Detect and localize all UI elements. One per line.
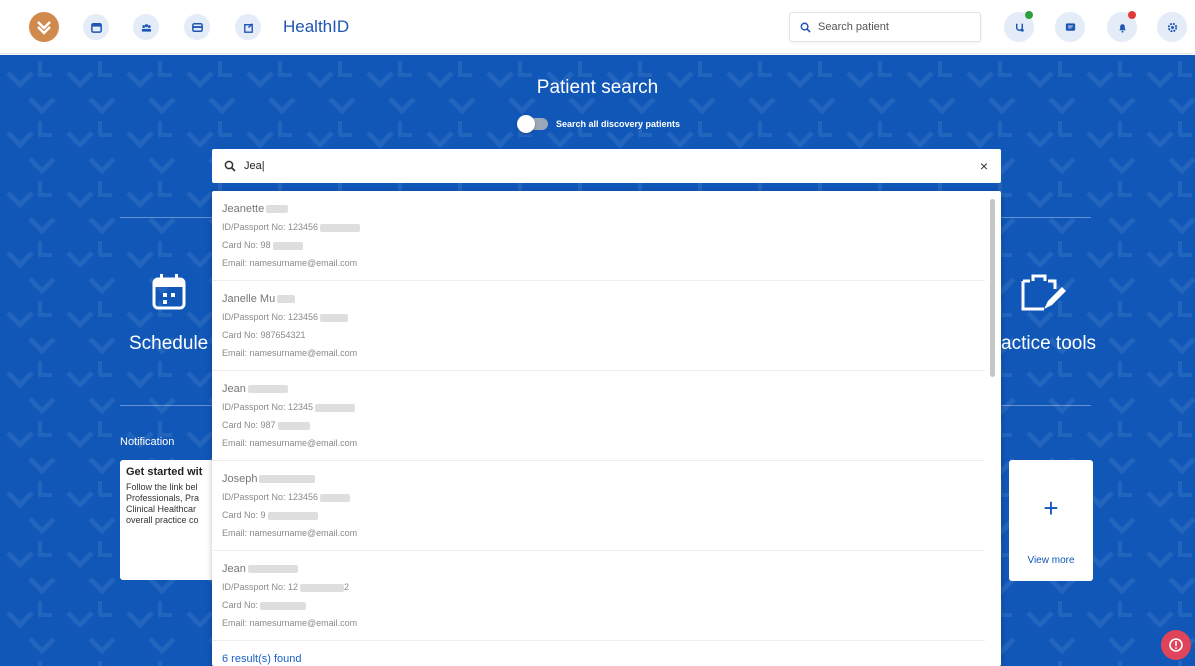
schedule-tile-label[interactable]: Schedule [129, 333, 208, 355]
settings-button[interactable] [1157, 12, 1187, 42]
settings-icon [1167, 22, 1177, 32]
notification-line: overall practice co [126, 515, 199, 525]
calendar-icon [90, 22, 102, 33]
patient-name: Jeanette [222, 203, 289, 215]
search-results-dropdown: Jeanette ID/Passport No: 123456 Card No:… [212, 191, 1001, 666]
message-icon [1065, 22, 1075, 31]
patient-card: Card No: 987654321 [222, 330, 306, 340]
result-item[interactable]: Jeanette ID/Passport No: 123456 Card No:… [212, 191, 985, 281]
patient-name: Jean [222, 563, 298, 575]
patient-email: Email: namesurname@email.com [222, 438, 358, 448]
view-more-card[interactable]: + View more [1009, 460, 1093, 581]
notification-badge [1128, 11, 1136, 19]
patient-email: Email: namesurname@email.com [222, 618, 358, 628]
divider [120, 405, 212, 406]
messages-button[interactable] [1055, 12, 1085, 42]
results-count: 6 result(s) found [222, 653, 302, 665]
discovery-toggle[interactable] [517, 115, 548, 133]
patient-card: Card No: 9 [222, 510, 318, 520]
app-logo-icon[interactable] [29, 12, 59, 42]
clipboard-nav-button[interactable] [235, 14, 261, 40]
plus-icon: + [1043, 493, 1059, 523]
patient-search-input[interactable] [244, 160, 964, 172]
notification-icon [1118, 23, 1126, 33]
notifications-button[interactable] [1107, 11, 1137, 42]
notification-body: Follow the link bel Professionals, Pra C… [126, 482, 224, 526]
calendar-nav-button[interactable] [83, 14, 109, 40]
card-icon [191, 22, 203, 32]
patient-name: Janelle Mu [222, 293, 296, 305]
patient-card: Card No: 98 [222, 240, 303, 250]
divider [120, 217, 212, 218]
notification-line: Professionals, Pra [126, 493, 200, 503]
top-search-input[interactable] [818, 21, 968, 33]
divider [1001, 405, 1091, 406]
patients-nav-button[interactable] [133, 14, 159, 40]
patient-id: ID/Passport No: 123456 [222, 312, 349, 322]
discovery-toggle-row: Search all discovery patients [517, 115, 681, 133]
notification-title: Get started wit [126, 466, 203, 478]
patient-name: Joseph [222, 473, 316, 485]
patient-card: Card No: 987 [222, 420, 310, 430]
search-icon [800, 22, 811, 33]
hero-panel: Patient search Search all discovery pati… [0, 55, 1195, 666]
results-scrollbar[interactable] [990, 199, 995, 377]
clear-search-button[interactable]: × [980, 158, 988, 174]
patient-name: Jean [222, 383, 288, 395]
toggle-label: Search all discovery patients [556, 119, 681, 129]
result-item[interactable]: Janelle Mu ID/Passport No: 123456 Card N… [212, 281, 985, 371]
result-item[interactable]: Jean ID/Passport No: 12 2 Card No: Email:… [212, 551, 985, 641]
view-more-link[interactable]: View more [1009, 555, 1093, 566]
patient-id: ID/Passport No: 123456 [222, 492, 351, 502]
alert-icon [1169, 638, 1183, 652]
page-title: Patient search [536, 77, 659, 98]
practice-tools-tile-label[interactable]: actice tools [1001, 333, 1096, 355]
patient-search-box[interactable]: × [212, 149, 1001, 183]
notification-label: Notification [120, 436, 175, 448]
people-icon [141, 23, 151, 32]
patient-id: ID/Passport No: 123456 [222, 222, 361, 232]
stethoscope-icon [1015, 23, 1024, 32]
divider [1001, 217, 1091, 218]
cards-nav-button[interactable] [184, 14, 210, 40]
patient-email: Email: namesurname@email.com [222, 258, 358, 268]
patient-email: Email: namesurname@email.com [222, 348, 358, 358]
result-item[interactable]: Jean ID/Passport No: 12345 Card No: 987 … [212, 371, 985, 461]
patient-id: ID/Passport No: 12345 [222, 402, 356, 412]
clipboard-icon [243, 22, 253, 33]
alert-button[interactable] [1161, 630, 1191, 660]
notification-line: Follow the link bel [126, 482, 198, 492]
notification-line: Clinical Healthcar [126, 504, 197, 514]
top-search-field[interactable] [789, 12, 981, 42]
patient-email: Email: namesurname@email.com [222, 528, 358, 538]
app-title: HealthID [283, 17, 350, 36]
result-item[interactable]: Joseph ID/Passport No: 123456 Card No: 9… [212, 461, 985, 551]
practice-tools-icon[interactable] [1020, 273, 1068, 315]
patient-id: ID/Passport No: 12 2 [222, 582, 350, 592]
patient-card: Card No: [222, 600, 307, 610]
top-bar: HealthID [0, 0, 1195, 54]
status-badge [1025, 11, 1033, 19]
search-icon [224, 160, 236, 172]
clinical-button[interactable] [1004, 11, 1034, 42]
schedule-calendar-icon[interactable] [151, 273, 187, 311]
